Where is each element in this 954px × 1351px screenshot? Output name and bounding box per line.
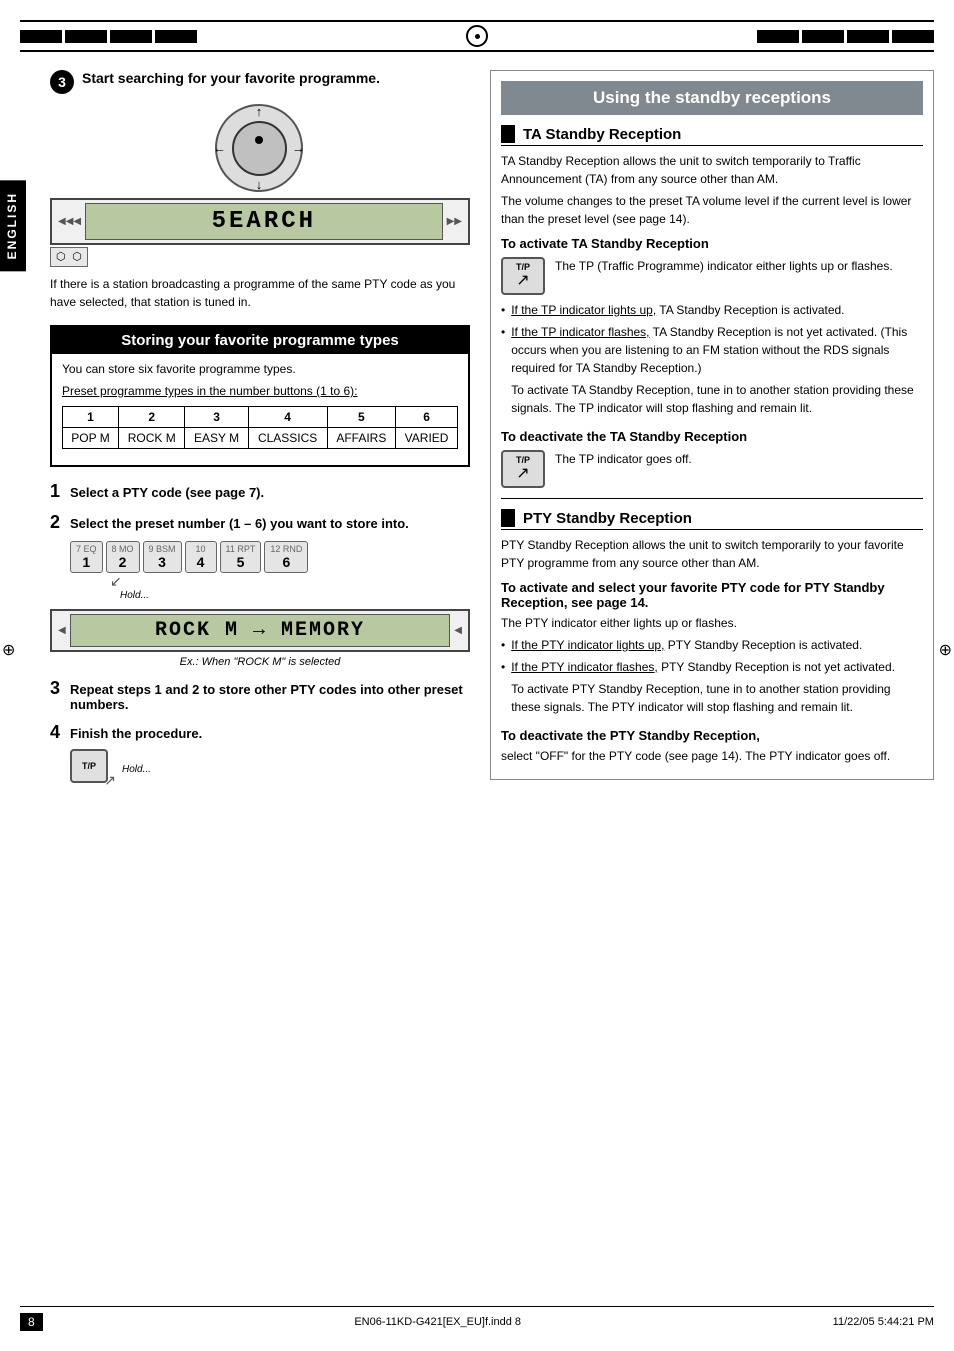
step2-ex: Ex.: When "ROCK M" is selected <box>50 656 470 668</box>
step3-note: If there is a station broadcasting a pro… <box>50 275 470 311</box>
ta-body2: The volume changes to the preset TA volu… <box>501 192 923 228</box>
top-bar <box>20 20 934 52</box>
step4-heading: 4 Finish the procedure. <box>50 722 470 743</box>
pty-subsection: PTY Standby Reception PTY Standby Recept… <box>501 509 923 765</box>
separator <box>501 498 923 499</box>
ta-bullet1: • If the TP indicator lights up, TA Stan… <box>501 301 923 319</box>
ta-activate-label: To activate TA Standby Reception <box>501 236 923 251</box>
page-number: 8 <box>20 1313 43 1331</box>
ta-activate-area: T/P ↗ The TP (Traffic Programme) indicat… <box>501 257 923 295</box>
hold-label-2: Hold... <box>122 764 151 775</box>
footer: 8 EN06-11KD-G421[EX_EU]f.indd 8 11/22/05… <box>20 1306 934 1331</box>
english-sidebar: ENGLISH <box>0 180 26 271</box>
step3-header: 3 Start searching for your favorite prog… <box>50 70 470 94</box>
ta-bullet2: • If the TP indicator flashes, TA Standb… <box>501 323 923 421</box>
lcd-search-display: ◀◀◀ 5EARCH ▶▶ ⬡ ⬡ <box>50 198 470 267</box>
pty-bullet2-extra: To activate PTY Standby Reception, tune … <box>511 680 923 716</box>
preset-table: 1 2 3 4 5 6 POP M ROCK M EASY M CLASSICS <box>62 406 458 449</box>
left-compass: ⊕ <box>2 640 15 660</box>
step3-circle: 3 <box>50 70 74 94</box>
pty-bullet1: • If the PTY indicator lights up, PTY St… <box>501 636 923 654</box>
pty-bullet2: • If the PTY indicator flashes, PTY Stan… <box>501 658 923 720</box>
preset-label: Preset programme types in the number but… <box>62 384 458 398</box>
hold-label-1: Hold... <box>120 590 470 601</box>
tp-hold-illustration-step4: T/P ↗ Hold... <box>70 749 470 789</box>
standby-title: Using the standby receptions <box>501 81 923 115</box>
pty-subsection-title: PTY Standby Reception <box>501 509 923 530</box>
pty-activate-label: To activate and select your favorite PTY… <box>501 580 923 610</box>
pty-deactivate-label: To deactivate the PTY Standby Reception, <box>501 728 923 743</box>
step3-title: Start searching for your favorite progra… <box>82 70 380 86</box>
ta-subsection-title: TA Standby Reception <box>501 125 923 146</box>
pty-body1: PTY Standby Reception allows the unit to… <box>501 536 923 572</box>
lcd-rock-memory: ◀ ROCK M → MEMORY ◀ <box>50 609 470 652</box>
preset-buttons-area: 7 EQ 1 8 MO 2 9 BSM 3 10 4 <box>70 541 470 601</box>
pty-deactivate-body: select "OFF" for the PTY code (see page … <box>501 747 923 765</box>
ta-deactivate-body: The TP indicator goes off. <box>555 450 692 468</box>
ta-bullet2-extra: To activate TA Standby Reception, tune i… <box>511 381 923 417</box>
storing-intro: You can store six favorite programme typ… <box>62 362 458 376</box>
step2-heading: 2 Select the preset number (1 – 6) you w… <box>50 512 470 533</box>
ta-body1: TA Standby Reception allows the unit to … <box>501 152 923 188</box>
step3-repeat-heading: 3 Repeat steps 1 and 2 to store other PT… <box>50 678 470 712</box>
step1-heading: 1 Select a PTY code (see page 7). <box>50 481 470 502</box>
ta-subsection: TA Standby Reception TA Standby Receptio… <box>501 125 923 488</box>
ta-deactivate-area: T/P ↗ The TP indicator goes off. <box>501 450 923 488</box>
footer-left: EN06-11KD-G421[EX_EU]f.indd 8 <box>354 1316 521 1328</box>
storing-section: Storing your favorite programme types Yo… <box>50 325 470 467</box>
storing-title: Storing your favorite programme types <box>52 327 468 354</box>
knob-illustration: ↑ ↓ ← → <box>50 104 470 194</box>
right-compass: ⊕ <box>939 640 952 660</box>
right-section: Using the standby receptions TA Standby … <box>490 70 934 780</box>
ta-deactivate-label: To deactivate the TA Standby Reception <box>501 429 923 444</box>
footer-right: 11/22/05 5:44:21 PM <box>833 1316 934 1328</box>
ta-activate-body: The TP (Traffic Programme) indicator eit… <box>555 257 893 275</box>
pty-activate-body2: The PTY indicator either lights up or fl… <box>501 614 923 632</box>
